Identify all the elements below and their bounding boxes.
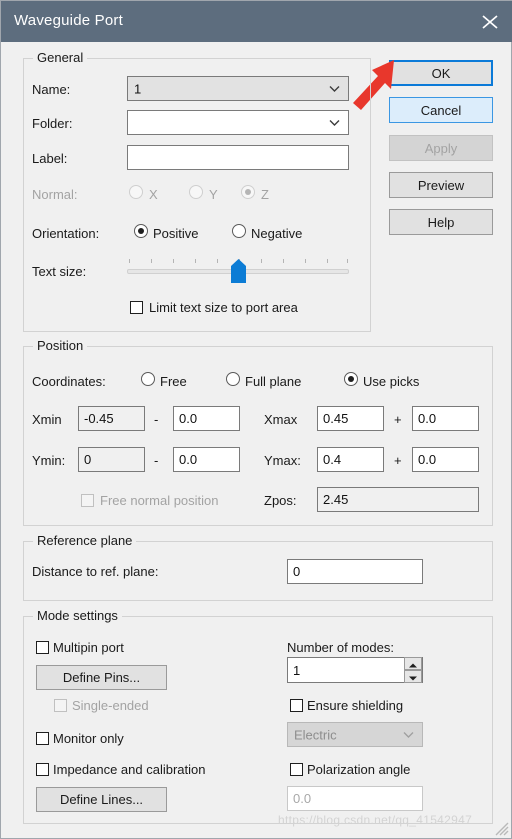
xmax-input[interactable] [317, 406, 384, 431]
name-combo-value: 1 [134, 81, 142, 96]
single-ended-label: Single-ended [72, 698, 149, 713]
zpos-input[interactable] [317, 487, 479, 512]
polarization-angle-checkbox[interactable] [290, 763, 303, 776]
number-of-modes-spinner[interactable] [404, 657, 422, 683]
chevron-down-icon [403, 731, 414, 738]
general-group-title: General [33, 50, 88, 65]
xmin-operator: - [154, 412, 159, 427]
label-input[interactable] [127, 145, 349, 170]
text-size-label: Text size: [32, 264, 87, 279]
folder-combo[interactable] [127, 110, 349, 135]
preview-button[interactable]: Preview [389, 172, 493, 198]
mode-settings-group-title: Mode settings [33, 608, 122, 623]
polarization-angle-label: Polarization angle [307, 762, 411, 777]
zpos-label: Zpos: [264, 493, 297, 508]
label-label: Label: [32, 151, 68, 166]
name-label: Name: [32, 82, 71, 97]
chevron-down-icon [329, 119, 340, 126]
normal-radio-y-label: Y [209, 187, 218, 202]
impedance-calibration-label: Impedance and calibration [53, 762, 206, 777]
orientation-radio-positive[interactable] [134, 224, 148, 238]
close-icon [482, 15, 498, 29]
coordinates-label: Coordinates: [32, 374, 106, 389]
ymin-operator: - [154, 453, 159, 468]
normal-radio-x [129, 185, 143, 199]
ensure-shielding-checkbox[interactable] [290, 699, 303, 712]
normal-radio-z-label: Z [261, 187, 269, 202]
ymax-operator: + [394, 453, 402, 468]
define-lines-button[interactable]: Define Lines... [36, 787, 167, 812]
xmax-label: Xmax [264, 412, 298, 427]
apply-button: Apply [389, 135, 493, 161]
chevron-down-icon [329, 85, 340, 92]
resize-grip-icon[interactable] [495, 822, 509, 836]
number-of-modes-input[interactable] [287, 657, 423, 683]
name-combo[interactable]: 1 [127, 76, 349, 101]
close-button[interactable] [467, 1, 512, 42]
ok-button[interactable]: OK [389, 60, 493, 86]
coordinates-radio-free[interactable] [141, 372, 155, 386]
orientation-radio-positive-label: Positive [153, 226, 199, 241]
text-size-slider-thumb[interactable] [230, 259, 247, 283]
position-group-title: Position [33, 338, 88, 353]
ymin-input[interactable] [78, 447, 145, 472]
xmin-label: Xmin [32, 412, 62, 427]
distance-to-ref-plane-input[interactable] [287, 559, 423, 584]
ensure-shielding-label: Ensure shielding [307, 698, 404, 713]
normal-radio-y [189, 185, 203, 199]
ymin-label: Ymin: [32, 453, 66, 468]
multipin-port-checkbox[interactable] [36, 641, 49, 654]
watermark: https://blog.csdn.net/qq_41542947 [278, 813, 473, 827]
waveguide-port-dialog: Waveguide Port OK Cancel Apply Preview H… [0, 0, 512, 839]
coordinates-radio-full-plane-label: Full plane [245, 374, 302, 389]
ymax-input[interactable] [317, 447, 384, 472]
spinner-down-button[interactable] [404, 670, 422, 683]
coordinates-radio-free-label: Free [160, 374, 187, 389]
coordinates-radio-full-plane[interactable] [226, 372, 240, 386]
multipin-port-label: Multipin port [53, 640, 124, 655]
distance-to-ref-plane-label: Distance to ref. plane: [32, 564, 159, 579]
ymax-label: Ymax: [264, 453, 301, 468]
reference-plane-group-title: Reference plane [33, 533, 137, 548]
xmin-offset-input[interactable] [173, 406, 240, 431]
spinner-up-button[interactable] [404, 657, 422, 670]
monitor-only-label: Monitor only [53, 731, 124, 746]
cancel-button[interactable]: Cancel [389, 97, 493, 123]
normal-radio-z [241, 185, 255, 199]
ymax-offset-input[interactable] [412, 447, 479, 472]
monitor-only-checkbox[interactable] [36, 732, 49, 745]
xmax-offset-input[interactable] [412, 406, 479, 431]
coordinates-radio-use-picks-label: Use picks [363, 374, 420, 389]
normal-radio-x-label: X [149, 187, 158, 202]
orientation-radio-negative-label: Negative [251, 226, 303, 241]
limit-text-size-checkbox[interactable] [130, 301, 143, 314]
window-title: Waveguide Port [14, 12, 123, 29]
free-normal-position-checkbox [81, 494, 94, 507]
help-button[interactable]: Help [389, 209, 493, 235]
coordinates-radio-use-picks[interactable] [344, 372, 358, 386]
shielding-type-value: Electric [294, 727, 337, 742]
caret-down-icon [409, 676, 417, 681]
normal-label: Normal: [32, 187, 78, 202]
folder-label: Folder: [32, 116, 73, 131]
single-ended-checkbox [54, 699, 67, 712]
ymin-offset-input[interactable] [173, 447, 240, 472]
impedance-calibration-checkbox[interactable] [36, 763, 49, 776]
limit-text-size-label: Limit text size to port area [149, 300, 298, 315]
define-pins-button[interactable]: Define Pins... [36, 665, 167, 690]
title-bar: Waveguide Port [1, 1, 512, 42]
polarization-angle-input [287, 786, 423, 811]
free-normal-position-label: Free normal position [100, 493, 219, 508]
xmax-operator: + [394, 412, 402, 427]
orientation-radio-negative[interactable] [232, 224, 246, 238]
shielding-type-combo: Electric [287, 722, 423, 747]
number-of-modes-label: Number of modes: [287, 640, 394, 655]
xmin-input[interactable] [78, 406, 145, 431]
orientation-label: Orientation: [32, 226, 100, 241]
